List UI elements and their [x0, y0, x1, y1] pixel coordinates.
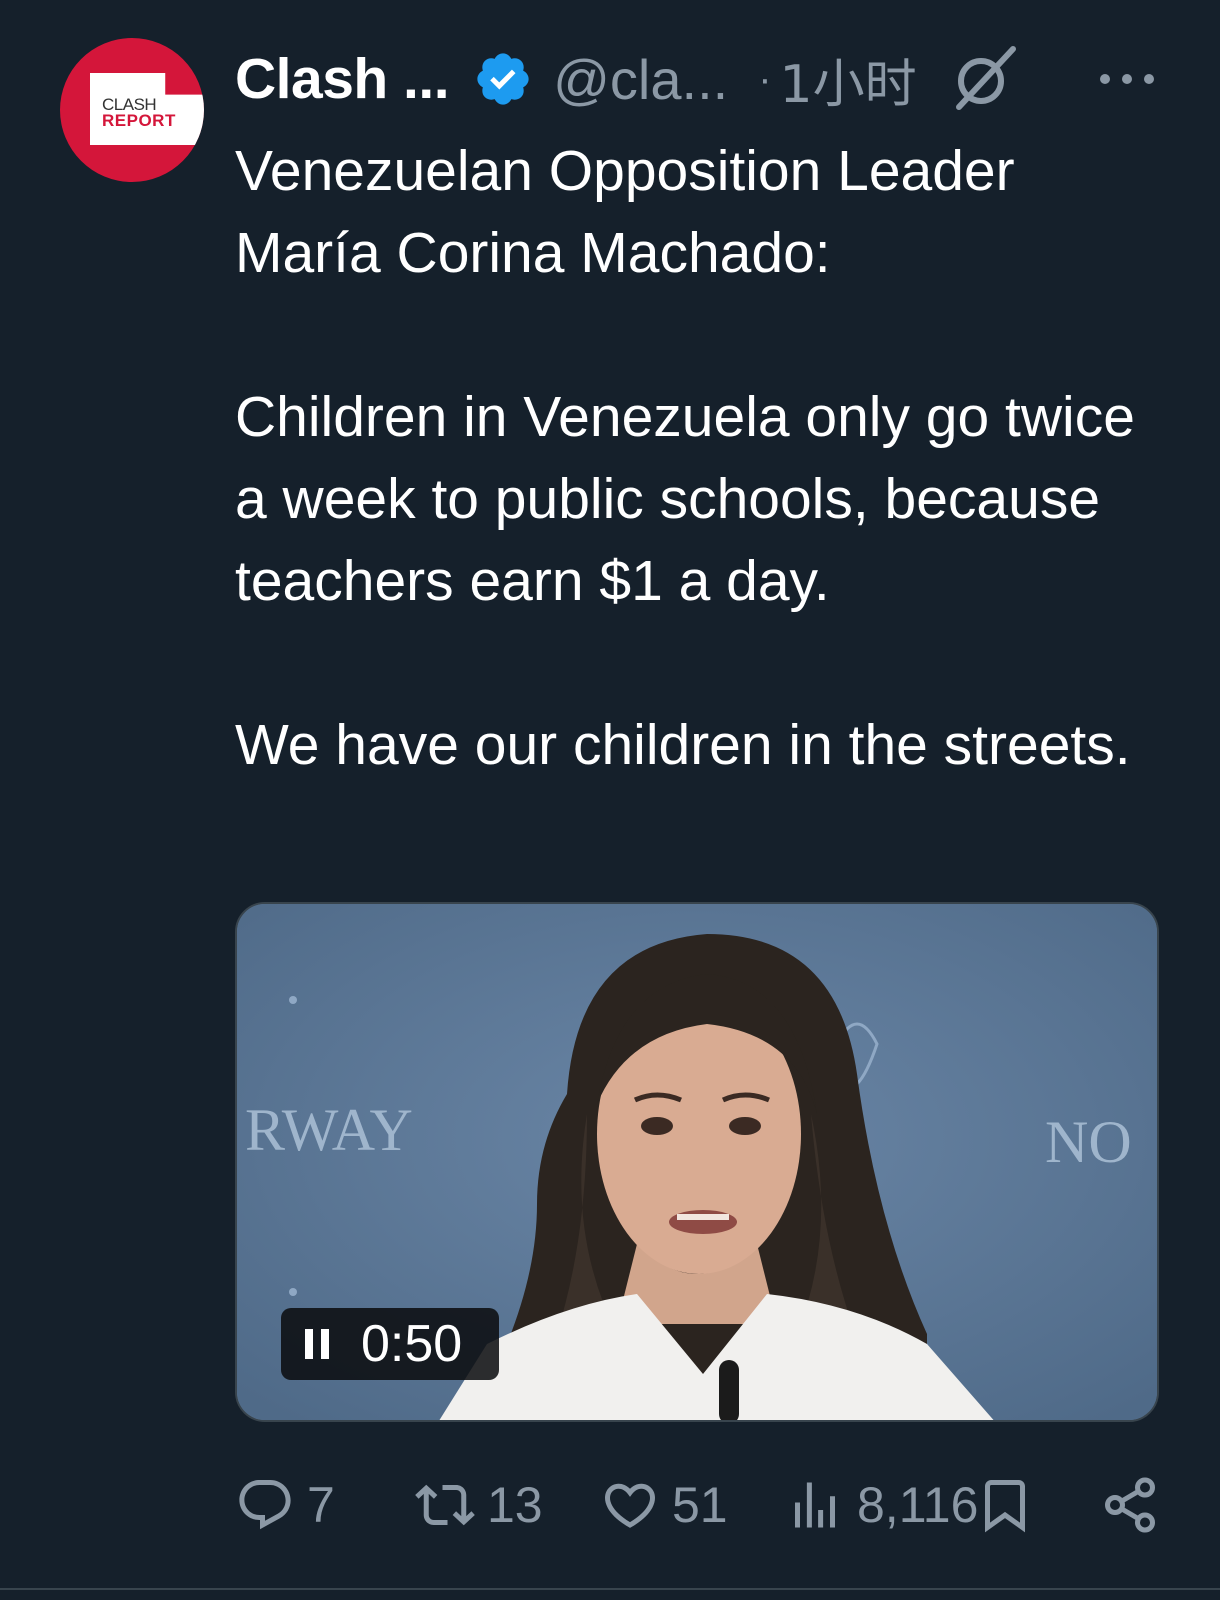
action-bar: 7 13 51 8,116 — [235, 1470, 1160, 1540]
repost-icon — [415, 1484, 475, 1526]
views-button[interactable]: 8,116 — [785, 1470, 978, 1540]
divider — [0, 1588, 1220, 1590]
tweet-paragraph: Children in Venezuela only go twice a we… — [235, 385, 1135, 613]
tweet-header: Clash ... @cla... · 1小时 — [235, 42, 1158, 117]
views-count: 8,116 — [857, 1477, 979, 1533]
share-button[interactable] — [1100, 1470, 1160, 1540]
video-status-badge[interactable]: 0:50 — [281, 1308, 499, 1380]
tweet-paragraph: We have our children in the streets. — [235, 713, 1131, 777]
video-player[interactable]: RWAY NO 0:50 — [235, 902, 1159, 1422]
like-button[interactable]: 51 — [600, 1470, 728, 1540]
repost-count: 13 — [487, 1477, 543, 1533]
timestamp[interactable]: 1小时 — [780, 42, 917, 117]
like-count: 51 — [672, 1477, 728, 1533]
grok-icon[interactable] — [947, 43, 1019, 115]
bookmark-button[interactable] — [975, 1470, 1035, 1540]
tweet-text: Venezuelan Opposition Leader María Corin… — [235, 130, 1155, 786]
display-name[interactable]: Clash ... — [235, 46, 450, 112]
reply-button[interactable]: 7 — [235, 1470, 335, 1540]
backdrop-text-left: RWAY — [245, 1097, 413, 1163]
share-icon — [1105, 1477, 1155, 1533]
verified-badge-icon[interactable] — [473, 49, 533, 109]
tweet[interactable]: CLASH REPORT Clash ... @cla... · 1小时 Ven… — [0, 0, 1220, 1600]
pause-icon[interactable] — [303, 1327, 331, 1361]
repost-button[interactable]: 13 — [415, 1470, 543, 1540]
separator: · — [758, 56, 772, 101]
bookmark-icon — [985, 1480, 1025, 1533]
reply-icon — [239, 1480, 291, 1530]
views-icon — [795, 1482, 835, 1528]
tweet-paragraph: Venezuelan Opposition Leader María Corin… — [235, 139, 1015, 285]
like-icon — [604, 1483, 656, 1528]
backdrop-text-right: NO — [1045, 1109, 1132, 1175]
avatar-logo-text-accent: REPORT — [102, 111, 176, 130]
reply-count: 7 — [307, 1477, 335, 1533]
handle[interactable]: @cla... — [553, 47, 728, 112]
more-icon[interactable] — [1096, 69, 1158, 89]
video-duration: 0:50 — [361, 1315, 463, 1373]
avatar[interactable]: CLASH REPORT — [60, 38, 204, 182]
